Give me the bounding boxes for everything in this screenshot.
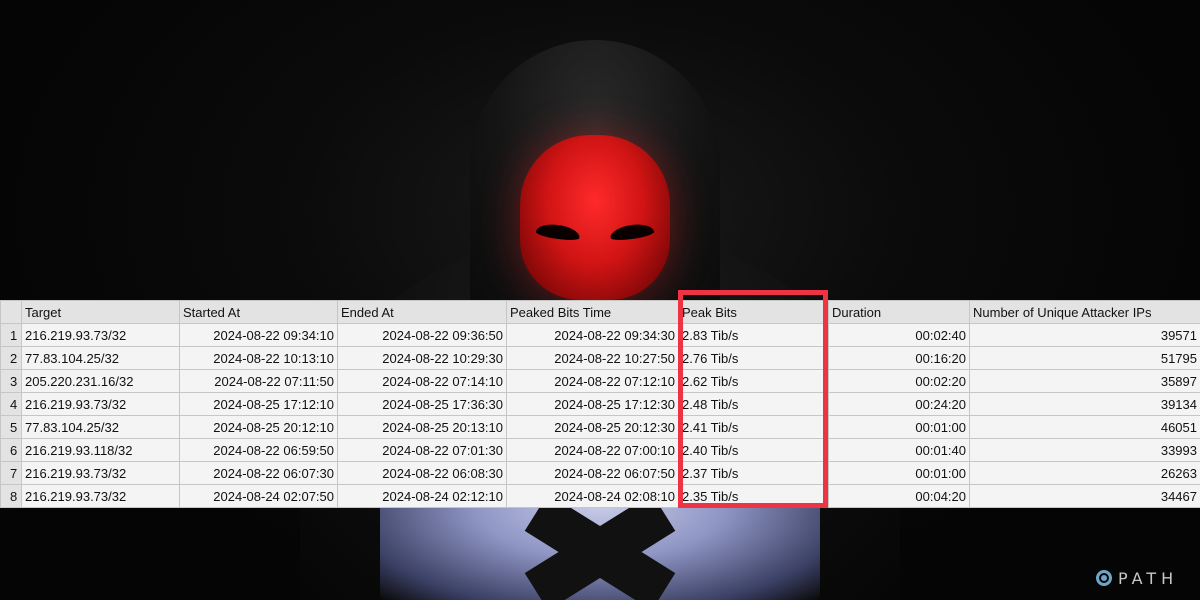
cell-ended-at[interactable]: 2024-08-25 17:36:30: [337, 392, 507, 416]
cell-duration[interactable]: 00:02:40: [828, 323, 970, 347]
corner-cell[interactable]: [0, 300, 22, 324]
cell-unique-ips[interactable]: 39571: [969, 323, 1200, 347]
header-row: Target Started At Ended At Peaked Bits T…: [0, 300, 1200, 324]
cell-duration[interactable]: 00:16:20: [828, 346, 970, 370]
cell-peak-bits[interactable]: 2.76 Tib/s: [678, 346, 829, 370]
table-row: 2 77.83.104.25/32 2024-08-22 10:13:10 2024-…: [0, 346, 1200, 370]
cell-peaked-bits-time[interactable]: 2024-08-22 06:07:50: [506, 461, 679, 485]
cell-started-at[interactable]: 2024-08-22 10:13:10: [179, 346, 338, 370]
path-logo: PATH: [1096, 566, 1178, 590]
cell-duration[interactable]: 00:01:00: [828, 461, 970, 485]
cell-peak-bits[interactable]: 2.35 Tib/s: [678, 484, 829, 508]
cell-target[interactable]: 216.219.93.73/32: [21, 484, 180, 508]
column-header-unique-ips[interactable]: Number of Unique Attacker IPs: [969, 300, 1200, 324]
cell-unique-ips[interactable]: 46051: [969, 415, 1200, 439]
cell-duration[interactable]: 00:24:20: [828, 392, 970, 416]
cell-unique-ips[interactable]: 35897: [969, 369, 1200, 393]
path-logo-icon: [1096, 570, 1112, 586]
table-row: 6 216.219.93.118/32 2024-08-22 06:59:50 202…: [0, 438, 1200, 462]
cell-peak-bits[interactable]: 2.40 Tib/s: [678, 438, 829, 462]
cell-peak-bits[interactable]: 2.41 Tib/s: [678, 415, 829, 439]
red-mask: [520, 135, 670, 300]
table-row: 3 205.220.231.16/32 2024-08-22 07:11:50 202…: [0, 369, 1200, 393]
cell-peak-bits[interactable]: 2.62 Tib/s: [678, 369, 829, 393]
row-number[interactable]: 1: [0, 323, 22, 347]
column-header-target[interactable]: Target: [21, 300, 180, 324]
cell-target[interactable]: 77.83.104.25/32: [21, 346, 180, 370]
row-number[interactable]: 3: [0, 369, 22, 393]
cell-peaked-bits-time[interactable]: 2024-08-22 10:27:50: [506, 346, 679, 370]
attack-table: Target Started At Ended At Peaked Bits T…: [0, 300, 1200, 508]
cell-duration[interactable]: 00:04:20: [828, 484, 970, 508]
row-number[interactable]: 2: [0, 346, 22, 370]
table-row: 5 77.83.104.25/32 2024-08-25 20:12:10 2024-…: [0, 415, 1200, 439]
cell-target[interactable]: 216.219.93.73/32: [21, 323, 180, 347]
cell-started-at[interactable]: 2024-08-22 06:59:50: [179, 438, 338, 462]
row-number[interactable]: 4: [0, 392, 22, 416]
cell-ended-at[interactable]: 2024-08-22 10:29:30: [337, 346, 507, 370]
cell-unique-ips[interactable]: 51795: [969, 346, 1200, 370]
laptop-x-logo: [505, 500, 695, 600]
cell-started-at[interactable]: 2024-08-25 17:12:10: [179, 392, 338, 416]
cell-peak-bits[interactable]: 2.48 Tib/s: [678, 392, 829, 416]
cell-peak-bits[interactable]: 2.83 Tib/s: [678, 323, 829, 347]
cell-target[interactable]: 216.219.93.73/32: [21, 392, 180, 416]
cell-duration[interactable]: 00:01:40: [828, 438, 970, 462]
cell-started-at[interactable]: 2024-08-22 06:07:30: [179, 461, 338, 485]
table-row: 8 216.219.93.73/32 2024-08-24 02:07:50 2024…: [0, 484, 1200, 508]
cell-duration[interactable]: 00:01:00: [828, 415, 970, 439]
column-header-peaked-bits-time[interactable]: Peaked Bits Time: [506, 300, 679, 324]
row-number[interactable]: 8: [0, 484, 22, 508]
cell-target[interactable]: 77.83.104.25/32: [21, 415, 180, 439]
cell-peaked-bits-time[interactable]: 2024-08-25 17:12:30: [506, 392, 679, 416]
cell-target[interactable]: 205.220.231.16/32: [21, 369, 180, 393]
cell-started-at[interactable]: 2024-08-24 02:07:50: [179, 484, 338, 508]
path-logo-text: PATH: [1118, 568, 1179, 588]
attack-spreadsheet: Target Started At Ended At Peaked Bits T…: [0, 300, 1200, 508]
column-header-duration[interactable]: Duration: [828, 300, 970, 324]
cell-started-at[interactable]: 2024-08-22 09:34:10: [179, 323, 338, 347]
cell-unique-ips[interactable]: 33993: [969, 438, 1200, 462]
row-number[interactable]: 6: [0, 438, 22, 462]
cell-ended-at[interactable]: 2024-08-22 09:36:50: [337, 323, 507, 347]
column-header-peak-bits[interactable]: Peak Bits: [678, 300, 829, 324]
table-row: 4 216.219.93.73/32 2024-08-25 17:12:10 2024…: [0, 392, 1200, 416]
cell-peaked-bits-time[interactable]: 2024-08-22 09:34:30: [506, 323, 679, 347]
cell-unique-ips[interactable]: 34467: [969, 484, 1200, 508]
column-header-ended-at[interactable]: Ended At: [337, 300, 507, 324]
table-row: 7 216.219.93.73/32 2024-08-22 06:07:30 2024…: [0, 461, 1200, 485]
mask-right-eye: [609, 222, 655, 242]
cell-started-at[interactable]: 2024-08-25 20:12:10: [179, 415, 338, 439]
cell-peaked-bits-time[interactable]: 2024-08-24 02:08:10: [506, 484, 679, 508]
column-header-started-at[interactable]: Started At: [179, 300, 338, 324]
cell-started-at[interactable]: 2024-08-22 07:11:50: [179, 369, 338, 393]
cell-target[interactable]: 216.219.93.73/32: [21, 461, 180, 485]
cell-peak-bits[interactable]: 2.37 Tib/s: [678, 461, 829, 485]
cell-target[interactable]: 216.219.93.118/32: [21, 438, 180, 462]
row-number[interactable]: 5: [0, 415, 22, 439]
cell-duration[interactable]: 00:02:20: [828, 369, 970, 393]
cell-ended-at[interactable]: 2024-08-22 07:14:10: [337, 369, 507, 393]
row-number[interactable]: 7: [0, 461, 22, 485]
cell-peaked-bits-time[interactable]: 2024-08-22 07:00:10: [506, 438, 679, 462]
cell-ended-at[interactable]: 2024-08-25 20:13:10: [337, 415, 507, 439]
cell-ended-at[interactable]: 2024-08-24 02:12:10: [337, 484, 507, 508]
cell-unique-ips[interactable]: 39134: [969, 392, 1200, 416]
table-row: 1 216.219.93.73/32 2024-08-22 09:34:10 2024…: [0, 323, 1200, 347]
cell-ended-at[interactable]: 2024-08-22 06:08:30: [337, 461, 507, 485]
cell-peaked-bits-time[interactable]: 2024-08-22 07:12:10: [506, 369, 679, 393]
mask-left-eye: [535, 222, 581, 242]
cell-peaked-bits-time[interactable]: 2024-08-25 20:12:30: [506, 415, 679, 439]
cell-unique-ips[interactable]: 26263: [969, 461, 1200, 485]
cell-ended-at[interactable]: 2024-08-22 07:01:30: [337, 438, 507, 462]
